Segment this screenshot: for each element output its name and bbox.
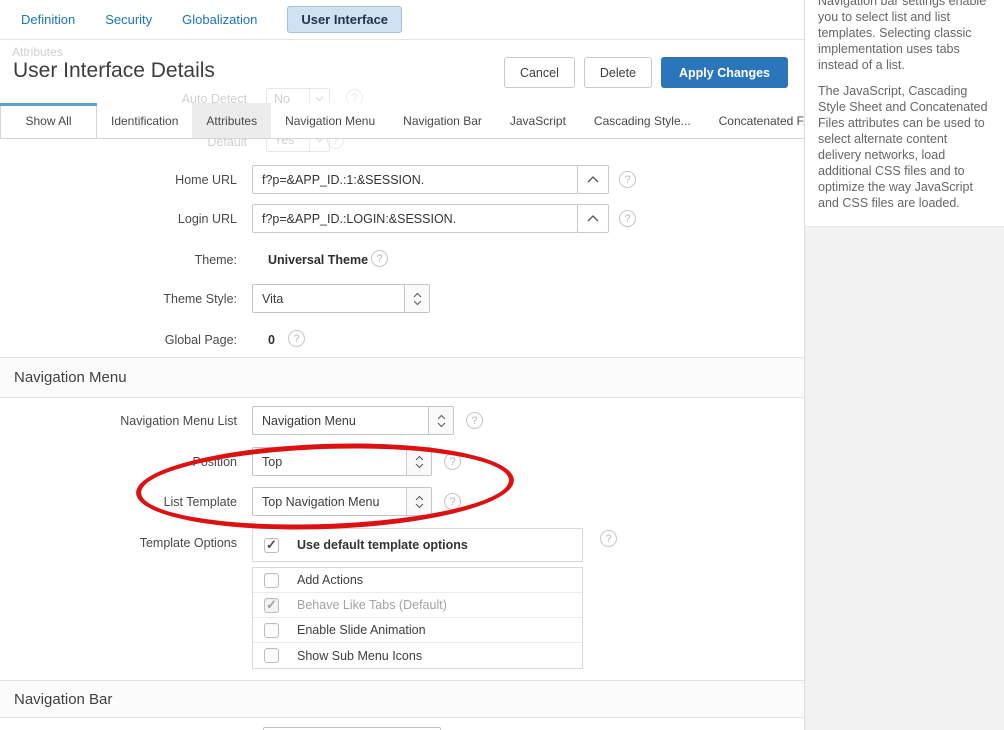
tab-security[interactable]: Security bbox=[105, 12, 152, 27]
theme-style-label: Theme Style: bbox=[0, 285, 237, 313]
navigation-menu-list-label: Navigation Menu List bbox=[0, 407, 237, 435]
app-window: Definition Security Globalization User I… bbox=[0, 0, 1004, 730]
checkbox[interactable] bbox=[264, 648, 279, 663]
tab-user-interface[interactable]: User Interface bbox=[287, 6, 402, 33]
help-paragraph: The JavaScript, Cascading Style Sheet an… bbox=[818, 83, 991, 211]
home-url-expand-button[interactable] bbox=[577, 165, 609, 194]
spinner-icon bbox=[404, 285, 429, 312]
help-icon[interactable] bbox=[619, 171, 636, 188]
help-icon[interactable] bbox=[600, 530, 617, 547]
home-url-input[interactable]: f?p=&APP_ID.:1:&SESSION. bbox=[252, 165, 578, 194]
section-title: Navigation Bar bbox=[14, 691, 112, 708]
help-sidebar: Navigation bar settings enable you to se… bbox=[804, 0, 1004, 730]
template-options-group: Add Actions Behave Like Tabs (Default) E… bbox=[252, 567, 583, 669]
list-template-value: Top Navigation Menu bbox=[253, 488, 406, 515]
checkbox[interactable] bbox=[264, 538, 279, 553]
option-row[interactable]: Show Sub Menu Icons bbox=[253, 643, 582, 668]
theme-label: Theme: bbox=[0, 251, 237, 269]
option-label: Add Actions bbox=[297, 573, 363, 587]
spinner-icon bbox=[406, 488, 431, 515]
option-row[interactable]: Use default template options bbox=[253, 529, 582, 561]
list-template-label: List Template bbox=[0, 488, 237, 516]
option-label: Show Sub Menu Icons bbox=[297, 649, 422, 663]
apply-changes-button[interactable]: Apply Changes bbox=[661, 57, 788, 88]
navigation-menu-list-value: Navigation Menu bbox=[253, 407, 428, 434]
section-navigation-bar: Navigation Bar bbox=[0, 680, 804, 718]
section-title: Navigation Menu bbox=[14, 369, 127, 386]
help-icon[interactable] bbox=[619, 210, 636, 227]
top-tab-bar: Definition Security Globalization User I… bbox=[0, 0, 804, 40]
option-label: Enable Slide Animation bbox=[297, 623, 426, 637]
theme-style-value: Vita bbox=[253, 285, 404, 312]
help-icon[interactable] bbox=[444, 453, 461, 470]
checkbox bbox=[264, 598, 279, 613]
page-title: User Interface Details bbox=[13, 59, 215, 83]
option-row: Behave Like Tabs (Default) bbox=[253, 593, 582, 618]
page-header: Attributes User Interface Details Auto D… bbox=[0, 40, 804, 103]
option-row[interactable]: Add Actions bbox=[253, 568, 582, 593]
login-url-input[interactable]: f?p=&APP_ID.:LOGIN:&SESSION. bbox=[252, 204, 578, 233]
login-url-label: Login URL bbox=[0, 205, 237, 233]
tab-javascript[interactable]: JavaScript bbox=[496, 103, 580, 138]
theme-value: Universal Theme bbox=[268, 251, 368, 269]
tab-navigation-menu[interactable]: Navigation Menu bbox=[271, 103, 389, 138]
tab-identification[interactable]: Identification bbox=[97, 103, 192, 138]
tab-definition[interactable]: Definition bbox=[21, 12, 75, 27]
section-navigation-menu: Navigation Menu bbox=[0, 357, 804, 398]
navigation-menu-list-select[interactable]: Navigation Menu bbox=[252, 406, 454, 435]
tab-navigation-bar[interactable]: Navigation Bar bbox=[389, 103, 496, 138]
help-paragraph: Navigation bar settings enable you to se… bbox=[818, 0, 991, 73]
delete-button[interactable]: Delete bbox=[584, 57, 652, 88]
theme-style-select[interactable]: Vita bbox=[252, 284, 430, 313]
chevron-up-icon bbox=[587, 176, 599, 183]
option-label: Use default template options bbox=[297, 538, 468, 552]
chevron-up-icon bbox=[587, 215, 599, 222]
position-value: Top bbox=[253, 448, 406, 475]
ghost-breadcrumb: Attributes bbox=[12, 45, 63, 59]
help-icon[interactable] bbox=[288, 330, 305, 347]
template-options-label: Template Options bbox=[0, 534, 237, 552]
home-url-label: Home URL bbox=[0, 166, 237, 194]
cancel-button[interactable]: Cancel bbox=[504, 57, 575, 88]
position-label: Position bbox=[0, 448, 237, 476]
option-row[interactable]: Enable Slide Animation bbox=[253, 618, 582, 643]
help-icon[interactable] bbox=[371, 250, 388, 267]
global-page-value: 0 bbox=[268, 331, 275, 349]
tab-attributes[interactable]: Attributes bbox=[192, 103, 271, 138]
header-buttons: Cancel Delete Apply Changes bbox=[504, 57, 788, 88]
tab-globalization[interactable]: Globalization bbox=[182, 12, 257, 27]
option-label: Behave Like Tabs (Default) bbox=[297, 598, 447, 612]
tab-show-all[interactable]: Show All bbox=[0, 103, 97, 139]
position-select[interactable]: Top bbox=[252, 447, 432, 476]
help-icon[interactable] bbox=[466, 412, 483, 429]
tab-concatenated-files[interactable]: Concatenated F... bbox=[705, 103, 804, 138]
global-page-label: Global Page: bbox=[0, 331, 237, 349]
spinner-icon bbox=[406, 448, 431, 475]
login-url-expand-button[interactable] bbox=[577, 204, 609, 233]
checkbox[interactable] bbox=[264, 573, 279, 588]
help-icon[interactable] bbox=[444, 493, 461, 510]
help-panel: Navigation bar settings enable you to se… bbox=[805, 0, 1004, 227]
checkbox[interactable] bbox=[264, 623, 279, 638]
region-tab-bar: Show All Identification Attributes Navig… bbox=[0, 103, 804, 139]
spinner-icon bbox=[428, 407, 453, 434]
tab-cascading-style[interactable]: Cascading Style... bbox=[580, 103, 705, 138]
template-options-default-group: Use default template options bbox=[252, 528, 583, 562]
list-template-select[interactable]: Top Navigation Menu bbox=[252, 487, 432, 516]
